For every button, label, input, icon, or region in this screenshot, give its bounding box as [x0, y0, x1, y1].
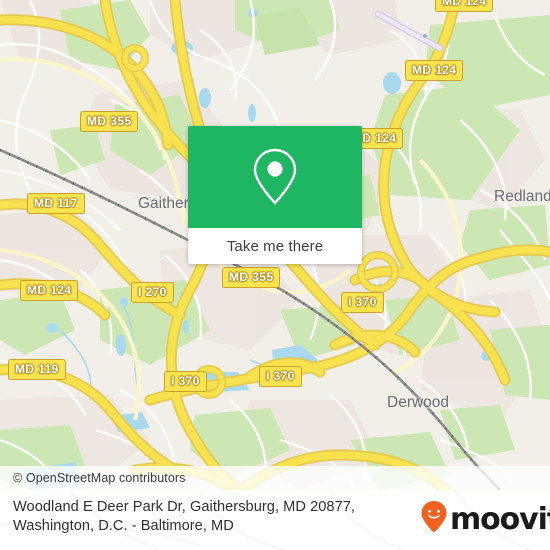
- map-canvas[interactable]: Gaithersburg Redland Derwood .shield { p…: [0, 0, 550, 490]
- route-shield-i370-center[interactable]: I 370: [259, 366, 302, 387]
- attribution-text[interactable]: © OpenStreetMap contributors: [0, 471, 186, 485]
- take-me-there-button[interactable]: Take me there: [188, 228, 362, 264]
- map-pin-icon: [249, 146, 301, 208]
- footer-address-line1: Woodland E Deer Park Dr, Gaithersburg, M…: [13, 499, 356, 515]
- moovit-wordmark: moovit: [450, 501, 550, 537]
- route-shield-md124-west[interactable]: MD 124: [20, 280, 79, 301]
- map-attribution-bar: © OpenStreetMap contributors: [0, 466, 550, 490]
- footer-address-line2: Washington, D.C. - Baltimore, MD: [13, 518, 234, 534]
- route-shield-md119[interactable]: MD 119: [8, 359, 66, 380]
- route-shield-md355-north[interactable]: MD 355: [80, 111, 139, 132]
- route-shield-md124-upper[interactable]: MD 124: [405, 60, 464, 81]
- route-shield-md355-south[interactable]: MD 355: [222, 267, 281, 288]
- take-me-there-label: Take me there: [226, 237, 324, 255]
- route-shield-i370-east[interactable]: I 370: [341, 292, 384, 313]
- moovit-logo[interactable]: moovit: [420, 500, 550, 539]
- route-shield-md124-top[interactable]: MD 124: [435, 0, 494, 12]
- location-popup-card[interactable]: Take me there: [188, 126, 362, 264]
- footer-address: Woodland E Deer Park Dr, Gaithersburg, M…: [13, 498, 408, 536]
- route-shield-i270[interactable]: I 270: [131, 282, 174, 303]
- route-shield-md117[interactable]: MD 117: [27, 193, 85, 214]
- route-shield-i370-west[interactable]: I 370: [164, 371, 207, 392]
- popup-header: [188, 126, 362, 228]
- moovit-smiley-pin-icon: [420, 500, 448, 539]
